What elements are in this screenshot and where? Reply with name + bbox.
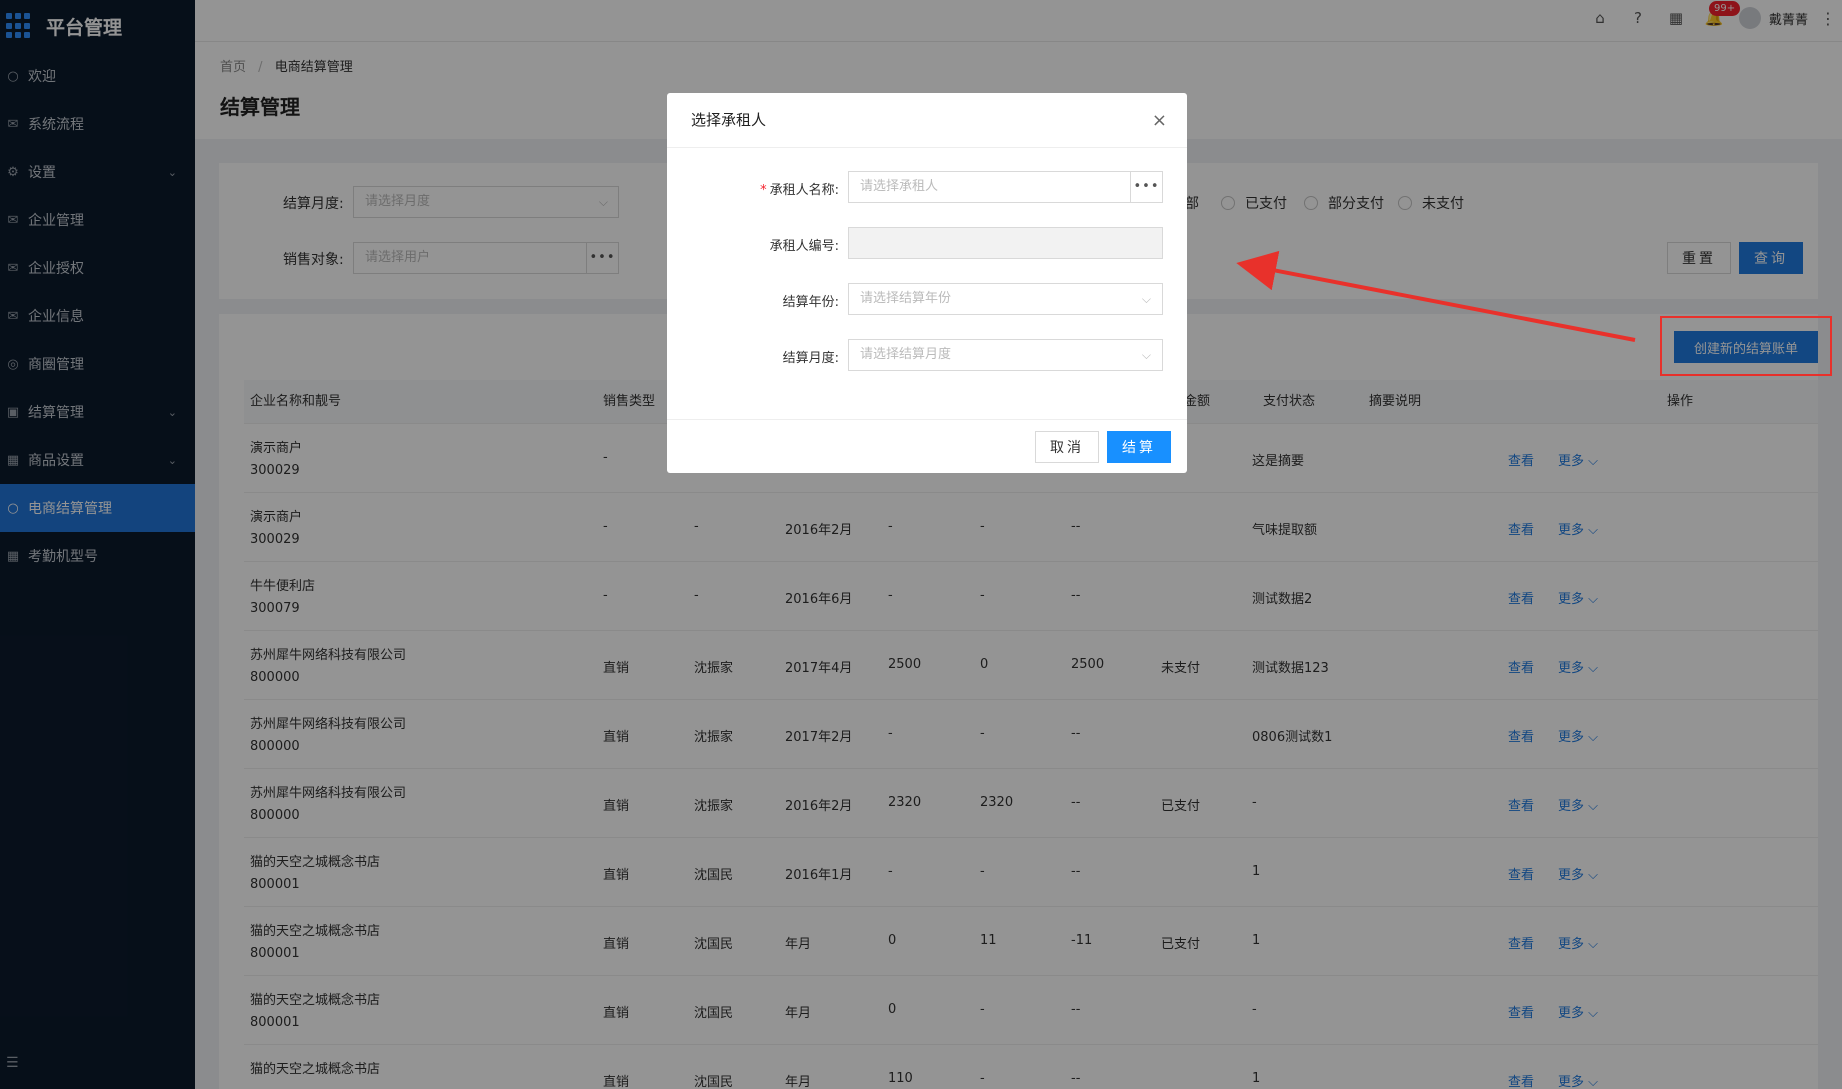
annotation-arrow-icon <box>1236 250 1636 342</box>
